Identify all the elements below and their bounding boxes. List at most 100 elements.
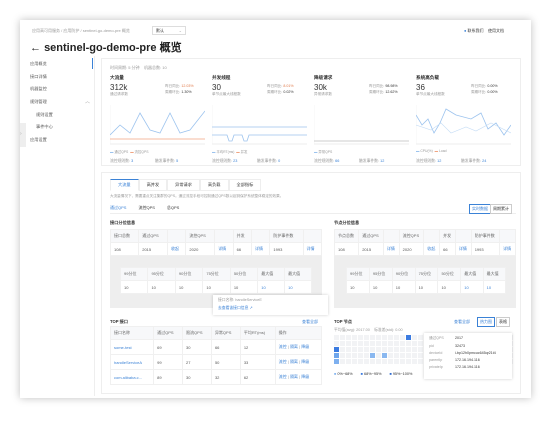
heatmap-cell[interactable]	[364, 335, 369, 340]
action-link[interactable]: 降级	[301, 344, 309, 349]
action-link[interactable]: 降级	[301, 374, 309, 379]
action-link[interactable]: 流控	[279, 374, 287, 379]
heatmap-cell[interactable]	[340, 347, 345, 352]
heatmap-cell[interactable]	[364, 359, 369, 364]
heatmap-cell[interactable]	[370, 359, 375, 364]
action-link[interactable]: 降级	[301, 359, 309, 364]
heatmap-cell[interactable]	[418, 359, 423, 364]
interface-link[interactable]: com.alibaba.c...	[109, 369, 155, 385]
event-count-link[interactable]: 12	[380, 159, 384, 163]
heatmap-cell[interactable]	[346, 335, 351, 340]
heatmap-cell[interactable]	[412, 353, 417, 358]
heatmap-cell[interactable]	[406, 353, 411, 358]
heatmap-cell[interactable]	[346, 359, 351, 364]
back-arrow-icon[interactable]: ←	[30, 42, 41, 54]
sidebar-item-events[interactable]: 事件中心	[36, 124, 53, 130]
heatmap-cell[interactable]	[400, 359, 405, 364]
breadcrumb-item[interactable]: 应用防护	[63, 28, 79, 33]
heatmap-cell[interactable]	[334, 359, 339, 364]
heatmap-view-button[interactable]: 热力图	[477, 317, 495, 327]
heatmap-cell[interactable]	[400, 341, 405, 346]
heatmap-cell[interactable]	[388, 335, 393, 340]
detail-toggle-link[interactable]: 详情	[214, 242, 234, 256]
detail-toggle-link[interactable]: 收起	[166, 242, 187, 256]
view-all-nodes-link[interactable]: 查看全部	[454, 319, 470, 325]
heatmap-cell[interactable]	[352, 347, 357, 352]
breadcrumb-item[interactable]: 应用高可用服务	[32, 28, 60, 33]
heatmap-cell[interactable]	[376, 335, 381, 340]
heatmap-cell[interactable]	[358, 347, 363, 352]
heatmap-cell[interactable]	[370, 347, 375, 352]
heatmap-cell[interactable]	[400, 335, 405, 340]
action-link[interactable]: 隔离	[290, 359, 298, 364]
tab-1[interactable]: 高并发	[138, 179, 168, 191]
detail-toggle-link[interactable]: 详情	[454, 242, 472, 256]
interface-link[interactable]: some-test	[109, 339, 155, 355]
heatmap-cell[interactable]	[376, 347, 381, 352]
heatmap-cell[interactable]	[358, 335, 363, 340]
heatmap-cell[interactable]	[334, 341, 339, 346]
heatmap-cell[interactable]	[406, 347, 411, 352]
heatmap-cell[interactable]	[334, 347, 339, 352]
heatmap-cell[interactable]	[376, 341, 381, 346]
detail-toggle-link[interactable]: 详情	[382, 242, 400, 256]
heatmap-cell[interactable]	[340, 335, 345, 340]
heatmap-cell[interactable]	[376, 359, 381, 364]
sidebar-item-rule-settings[interactable]: 规则设置	[36, 112, 53, 118]
env-select[interactable]: 默认 ⌄	[152, 26, 186, 35]
heatmap-cell[interactable]	[394, 359, 399, 364]
tab-3[interactable]: 高负载	[199, 179, 229, 191]
contact-link[interactable]: 联系我们	[468, 28, 484, 33]
rule-count-link[interactable]: 3	[131, 159, 133, 163]
heatmap-cell[interactable]	[358, 341, 363, 346]
sidebar-item-api[interactable]: 接口详情	[30, 74, 47, 80]
chevron-up-icon[interactable]: ︿	[85, 98, 90, 105]
heatmap-cell[interactable]	[358, 353, 363, 358]
sidebar-item-rules[interactable]: 规则管理	[30, 99, 47, 105]
heatmap-cell[interactable]	[382, 335, 387, 340]
action-link[interactable]: 流控	[279, 359, 287, 364]
heatmap-cell[interactable]	[334, 335, 339, 340]
heatmap-cell[interactable]	[412, 335, 417, 340]
heatmap-cell[interactable]	[352, 335, 357, 340]
sidebar-collapse-handle[interactable]: ›	[20, 123, 26, 147]
event-count-link[interactable]: 0	[278, 159, 280, 163]
table-view-button[interactable]: 表格	[496, 317, 510, 327]
interface-link[interactable]: handleServiceA	[109, 354, 155, 370]
event-count-link[interactable]: 24	[482, 159, 486, 163]
view-interface-link[interactable]: 去查看该接口信息 ↗	[218, 305, 323, 311]
heatmap-cell[interactable]	[370, 341, 375, 346]
heatmap-cell[interactable]	[394, 341, 399, 346]
heatmap-cell[interactable]	[412, 341, 417, 346]
heatmap-cell[interactable]	[412, 347, 417, 352]
heatmap-cell[interactable]	[406, 359, 411, 364]
cumulative-button[interactable]: 周期累计	[490, 204, 512, 214]
heatmap-cell[interactable]	[388, 341, 393, 346]
heatmap-cell[interactable]	[346, 347, 351, 352]
heatmap-cell[interactable]	[406, 335, 411, 340]
heatmap-cell[interactable]	[400, 347, 405, 352]
heatmap-cell[interactable]	[394, 353, 399, 358]
sidebar-item-app-settings[interactable]: 应用设置	[30, 137, 47, 143]
tab-2[interactable]: 异常请求	[167, 179, 200, 191]
heatmap-cell[interactable]	[418, 341, 423, 346]
realtime-button[interactable]: 实时数据	[469, 204, 491, 214]
heatmap-cell[interactable]	[364, 353, 369, 358]
heatmap-cell[interactable]	[406, 341, 411, 346]
docs-link[interactable]: 使用文档	[488, 28, 504, 33]
tab-4[interactable]: 全部指标	[228, 179, 262, 191]
sidebar-item-machines[interactable]: 机器监控	[30, 86, 47, 92]
heatmap-cell[interactable]	[370, 353, 375, 358]
heatmap-cell[interactable]	[400, 353, 405, 358]
heatmap-cell[interactable]	[346, 353, 351, 358]
rule-count-link[interactable]: 12	[437, 159, 441, 163]
heatmap-cell[interactable]	[340, 341, 345, 346]
view-all-interfaces-link[interactable]: 查看全部	[302, 319, 318, 325]
heatmap-cell[interactable]	[364, 347, 369, 352]
heatmap-cell[interactable]	[388, 347, 393, 352]
heatmap-cell[interactable]	[382, 341, 387, 346]
heatmap-cell[interactable]	[382, 347, 387, 352]
sidebar-item-overview[interactable]: 应用概览	[30, 61, 47, 67]
action-link[interactable]: 隔离	[290, 344, 298, 349]
detail-toggle-link[interactable]: 详情	[302, 242, 323, 256]
